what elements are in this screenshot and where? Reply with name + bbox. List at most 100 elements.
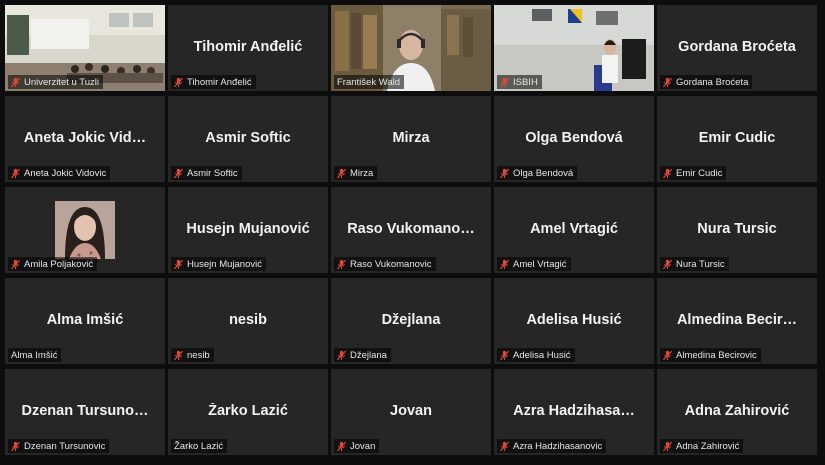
participant-name-label: Amel Vrtagić	[497, 257, 571, 271]
participant-display-name: Adna Zahirović	[684, 403, 790, 419]
participant-name: Univerzitet u Tuzli	[24, 76, 99, 88]
muted-mic-icon	[173, 259, 184, 270]
participant-name-label: Raso Vukomanovic	[334, 257, 436, 271]
muted-mic-icon	[173, 350, 184, 361]
participant-display-name: Alma Imšić	[46, 312, 124, 328]
participant-name-label: Asmir Softic	[171, 166, 242, 180]
muted-mic-icon	[662, 77, 673, 88]
participant-tile-azra-hadzihasanovic[interactable]: Azra Hadzihasa… Azra Hadzihasanovic	[494, 369, 654, 455]
muted-mic-icon	[662, 350, 673, 361]
participant-name: Gordana Broćeta	[676, 76, 749, 88]
participant-name: Amila Poljaković	[24, 258, 94, 270]
participant-name-label: Adelisa Husić	[497, 348, 575, 362]
participant-name: Amel Vrtagić	[513, 258, 567, 270]
participant-name: Aneta Jokic Vidovic	[24, 167, 107, 179]
participant-name: Adelisa Husić	[513, 349, 571, 361]
participant-display-name: Mirza	[392, 130, 430, 146]
participant-tile-frantisek-wald[interactable]: František Wald	[331, 5, 491, 91]
participant-tile-raso-vukomanovic[interactable]: Raso Vukomano… Raso Vukomanovic	[331, 187, 491, 273]
participant-name-label: Gordana Broćeta	[660, 75, 753, 89]
participant-display-name: Jovan	[390, 403, 432, 419]
muted-mic-icon	[336, 350, 347, 361]
participant-name: Jovan	[350, 440, 376, 452]
participant-display-name: Almedina Becir…	[676, 312, 798, 328]
participant-display-name: nesib	[229, 312, 267, 328]
participant-name-label: Almedina Becirovic	[660, 348, 761, 362]
participant-tile-zarko-lazic[interactable]: Žarko Lazić Žarko Lazić	[168, 369, 328, 455]
participant-tile-asmir-softic[interactable]: Asmir Softic Asmir Softic	[168, 96, 328, 182]
muted-mic-icon	[662, 441, 673, 452]
muted-mic-icon	[336, 441, 347, 452]
muted-mic-icon	[662, 259, 673, 270]
participant-name: František Wald	[337, 76, 400, 88]
participant-tile-amel-vrtagic[interactable]: Amel Vrtagić Amel Vrtagić	[494, 187, 654, 273]
participant-display-name: Gordana Broćeta	[678, 39, 796, 55]
muted-mic-icon	[499, 168, 510, 179]
participant-name: Raso Vukomanovic	[350, 258, 432, 270]
participant-display-name: Amel Vrtagić	[530, 221, 618, 237]
participant-name-label: Husejn Mujanović	[171, 257, 266, 271]
participant-display-name: Raso Vukomano…	[347, 221, 475, 237]
participant-tile-husejn-mujanovic[interactable]: Husejn Mujanović Husejn Mujanović	[168, 187, 328, 273]
participant-name-label: Aneta Jokic Vidovic	[8, 166, 111, 180]
participant-name-label: Univerzitet u Tuzli	[8, 75, 103, 89]
participant-tile-alma-imsic[interactable]: Alma Imšić Alma Imšić	[5, 278, 165, 364]
muted-mic-icon	[336, 259, 347, 270]
participant-name-label: Nura Tursic	[660, 257, 729, 271]
participant-display-name: Asmir Softic	[205, 130, 291, 146]
participant-name-label: nesib	[171, 348, 214, 362]
participant-display-name: Azra Hadzihasa…	[513, 403, 635, 419]
participant-tile-adelisa-husic[interactable]: Adelisa Husić Adelisa Husić	[494, 278, 654, 364]
participant-name: Džejlana	[350, 349, 387, 361]
participant-name-label: Adna Zahirović	[660, 439, 744, 453]
participant-name-label: Azra Hadzihasanovic	[497, 439, 607, 453]
participant-name-label: Tihomir Anđelić	[171, 75, 256, 89]
participant-name-label: Džejlana	[334, 348, 391, 362]
muted-mic-icon	[499, 350, 510, 361]
participant-tile-tihomir-andelic[interactable]: Tihomir Anđelić Tihomir Anđelić	[168, 5, 328, 91]
muted-mic-icon	[10, 441, 21, 452]
participant-display-name: Emir Cudic	[698, 130, 776, 146]
muted-mic-icon	[662, 168, 673, 179]
participant-tile-mirza[interactable]: Mirza Mirza	[331, 96, 491, 182]
participant-name: Almedina Becirovic	[676, 349, 757, 361]
participant-name-label: Jovan	[334, 439, 380, 453]
muted-mic-icon	[10, 259, 21, 270]
participant-name: Nura Tursic	[676, 258, 725, 270]
participant-display-name: Adelisa Husić	[526, 312, 622, 328]
participant-name-label: František Wald	[334, 75, 404, 89]
participant-tile-dzejlana[interactable]: Džejlana Džejlana	[331, 278, 491, 364]
participant-display-name: Nura Tursic	[697, 221, 777, 237]
muted-mic-icon	[173, 77, 184, 88]
participant-tile-dzenan-tursunovic[interactable]: Dzenan Tursuno… Dzenan Tursunovic	[5, 369, 165, 455]
participant-tile-olga-bendova[interactable]: Olga Bendová Olga Bendová	[494, 96, 654, 182]
participant-tile-univerzitet-u-tuzli[interactable]: Univerzitet u Tuzli	[5, 5, 165, 91]
participant-tile-amila-poljakovic[interactable]: Amila Poljaković	[5, 187, 165, 273]
participant-name: Azra Hadzihasanovic	[513, 440, 603, 452]
participant-name-label: Mirza	[334, 166, 378, 180]
participant-display-name: Džejlana	[381, 312, 441, 328]
participant-display-name: Husejn Mujanović	[186, 221, 310, 237]
muted-mic-icon	[499, 259, 510, 270]
participant-tile-nesib[interactable]: nesib nesib	[168, 278, 328, 364]
muted-mic-icon	[10, 168, 21, 179]
participant-name-label: Alma Imšić	[8, 348, 62, 362]
participant-display-name: Dzenan Tursuno…	[21, 403, 149, 419]
participant-name: Adna Zahirović	[676, 440, 740, 452]
participant-name-label: Dzenan Tursunovic	[8, 439, 110, 453]
participant-tile-gordana-broceta[interactable]: Gordana Broćeta Gordana Broćeta	[657, 5, 817, 91]
participant-tile-nura-tursic[interactable]: Nura Tursic Nura Tursic	[657, 187, 817, 273]
muted-mic-icon	[173, 168, 184, 179]
participant-grid: Univerzitet u Tuzli Tihomir Anđelić Tihomi…	[5, 5, 817, 455]
participant-display-name: Tihomir Anđelić	[193, 39, 303, 55]
participant-tile-emir-cudic[interactable]: Emir Cudic Emir Cudic	[657, 96, 817, 182]
participant-tile-jovan[interactable]: Jovan Jovan	[331, 369, 491, 455]
participant-name: Žarko Lazić	[174, 440, 224, 452]
participant-tile-almedina-becirovic[interactable]: Almedina Becir… Almedina Becirovic	[657, 278, 817, 364]
participant-tile-isbih[interactable]: ISBIH	[494, 5, 654, 91]
muted-mic-icon	[336, 168, 347, 179]
participant-tile-adna-zahirovic[interactable]: Adna Zahirović Adna Zahirović	[657, 369, 817, 455]
participant-tile-aneta-jokic-vidovic[interactable]: Aneta Jokic Vid… Aneta Jokic Vidovic	[5, 96, 165, 182]
muted-mic-icon	[499, 441, 510, 452]
participant-display-name: Olga Bendová	[525, 130, 623, 146]
